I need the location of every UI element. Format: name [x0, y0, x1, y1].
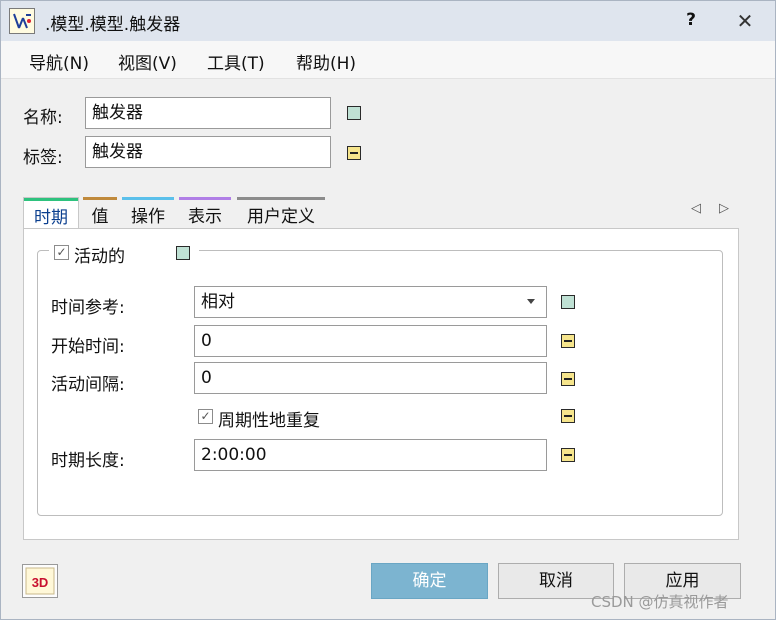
menu-bar: 导航(N) 视图(V) 工具(T) 帮助(H) — [1, 41, 775, 79]
active-interval-input[interactable]: 0 — [194, 362, 547, 394]
trigger-dialog: .模型.模型.触发器 ? ✕ 导航(N) 视图(V) 工具(T) 帮助(H) 名… — [0, 0, 776, 620]
period-length-label: 时期长度: — [51, 451, 125, 471]
window-title: .模型.模型.触发器 — [45, 15, 181, 35]
watermark: CSDN @仿真视作者 — [591, 593, 729, 611]
tab-scroll-left-icon[interactable]: ◁ — [691, 201, 701, 216]
menu-help[interactable]: 帮助(H) — [296, 49, 356, 74]
ok-button[interactable]: 确定 — [371, 563, 488, 599]
tab-period-color-bar — [24, 198, 78, 201]
start-time-input[interactable]: 0 — [194, 325, 547, 357]
repeat-checkbox[interactable]: ✓ — [198, 409, 213, 424]
menu-tools[interactable]: 工具(T) — [207, 49, 265, 74]
active-interval-label: 活动间隔: — [51, 375, 125, 395]
start-time-label: 开始时间: — [51, 337, 125, 357]
tab-user-defined[interactable]: 用户定义 — [237, 197, 325, 229]
view-3d-button[interactable]: 3D — [22, 564, 58, 598]
name-input[interactable]: 触发器 — [85, 97, 331, 129]
menu-view[interactable]: 视图(V) — [118, 49, 177, 74]
tab-action-label: 操作 — [131, 207, 165, 227]
tab-scroll-right-icon[interactable]: ▷ — [719, 201, 729, 216]
start-time-status-indicator[interactable] — [561, 334, 575, 348]
tab-presentation[interactable]: 表示 — [179, 197, 231, 229]
close-button[interactable]: ✕ — [734, 9, 756, 33]
period-length-input[interactable]: 2:00:00 — [194, 439, 547, 471]
chevron-down-icon[interactable] — [527, 299, 535, 304]
active-checkbox[interactable]: ✓ — [54, 245, 69, 260]
tab-value-label: 值 — [91, 207, 109, 227]
time-reference-status-indicator[interactable] — [561, 295, 575, 309]
tag-input[interactable]: 触发器 — [85, 136, 331, 168]
tag-status-indicator[interactable] — [347, 146, 361, 160]
app-icon — [9, 8, 35, 34]
repeat-checkbox-label: 周期性地重复 — [218, 411, 320, 431]
period-length-status-indicator[interactable] — [561, 448, 575, 462]
help-button[interactable]: ? — [681, 10, 701, 34]
svg-text:3D: 3D — [32, 575, 49, 590]
tab-user-defined-label: 用户定义 — [247, 207, 315, 227]
menu-navigate[interactable]: 导航(N) — [29, 49, 89, 74]
tab-presentation-label: 表示 — [188, 207, 222, 227]
time-reference-select[interactable]: 相对 — [194, 286, 547, 318]
tag-label: 标签: — [23, 148, 63, 168]
tab-period-label: 时期 — [34, 208, 68, 228]
tab-value[interactable]: 值 — [83, 197, 117, 229]
3d-icon: 3D — [25, 567, 55, 595]
active-interval-status-indicator[interactable] — [561, 372, 575, 386]
name-status-indicator[interactable] — [347, 106, 361, 120]
tab-presentation-color-bar — [179, 197, 231, 200]
active-checkbox-label: 活动的 — [74, 247, 125, 267]
tab-user-defined-color-bar — [237, 197, 325, 200]
title-bar: .模型.模型.触发器 ? ✕ — [1, 1, 775, 41]
name-label: 名称: — [23, 108, 63, 128]
tab-value-color-bar — [83, 197, 117, 200]
tab-period[interactable]: 时期 — [23, 197, 79, 229]
repeat-status-indicator[interactable] — [561, 409, 575, 423]
time-reference-label: 时间参考: — [51, 298, 125, 318]
tab-action-color-bar — [122, 197, 174, 200]
tab-action[interactable]: 操作 — [122, 197, 174, 229]
active-status-indicator[interactable] — [176, 246, 190, 260]
